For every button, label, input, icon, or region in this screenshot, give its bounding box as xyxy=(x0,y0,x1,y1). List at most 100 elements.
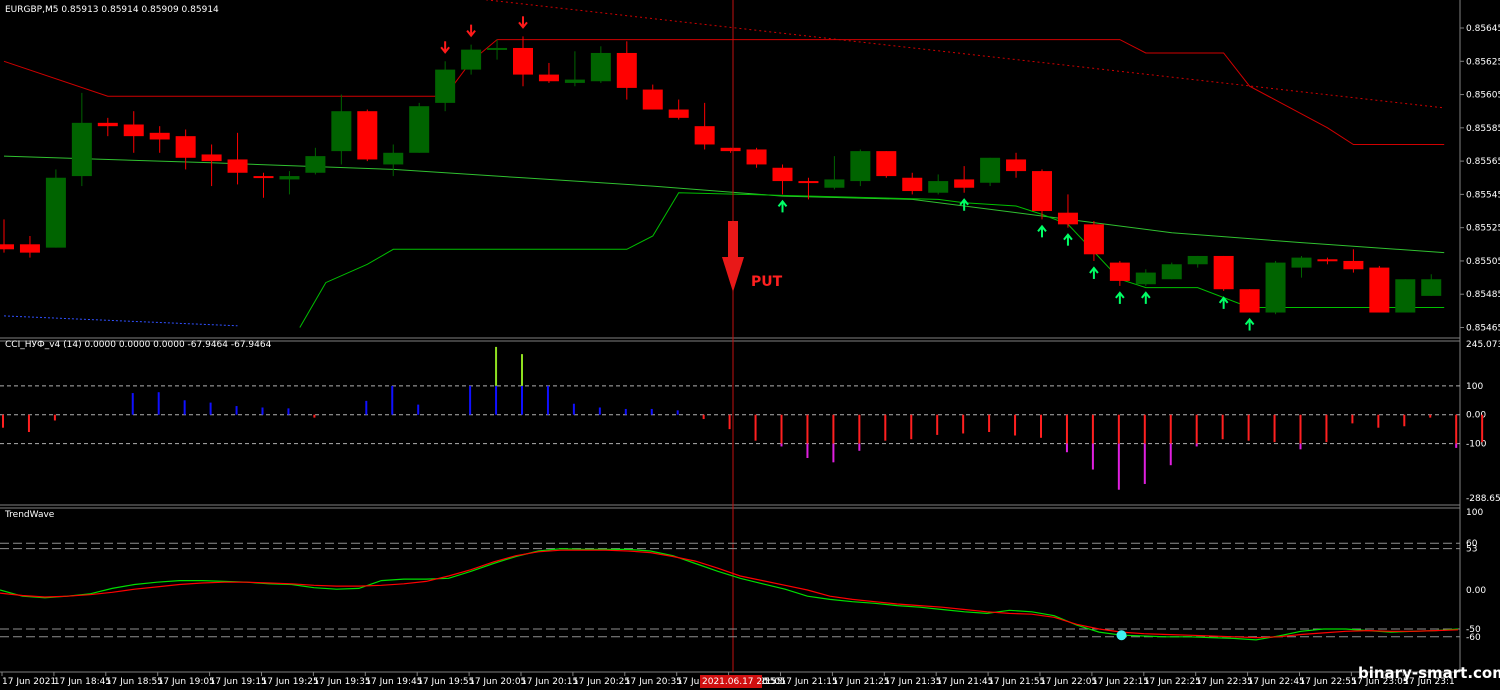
time-axis: 17 Jun 202117 Jun 18:4517 Jun 18:5517 Ju… xyxy=(1,672,1455,688)
candle-body xyxy=(1057,212,1078,225)
trendwave-panel: 10060530.00-50-60 xyxy=(0,508,1486,643)
candle-body xyxy=(513,47,533,75)
candle-body xyxy=(746,149,767,165)
x-tick-label: 17 Jun 22:35 xyxy=(1196,677,1253,687)
x-tick-label: 17 Jun 22:05 xyxy=(1040,677,1097,687)
candle-body xyxy=(383,152,404,165)
x-tick-label: 17 Jun 21:25 xyxy=(832,677,889,687)
trendwave-signal-dot xyxy=(1116,630,1127,641)
moving-average-line xyxy=(3,155,1445,254)
down-arrow-icon xyxy=(440,41,450,54)
y-tick-label: -60 xyxy=(1466,633,1481,643)
candle-body xyxy=(305,156,326,173)
candle-body xyxy=(123,124,144,137)
y-tick-label: 0.85605 xyxy=(1466,91,1500,101)
candle-body xyxy=(175,136,196,158)
candle-body xyxy=(616,52,637,88)
up-arrow-icon xyxy=(1115,291,1125,304)
candle-body xyxy=(980,157,1001,183)
time-highlight-suffix: 55 xyxy=(764,677,775,687)
candle-body xyxy=(201,154,222,162)
candle-body xyxy=(71,122,92,177)
candle-body xyxy=(1187,255,1208,265)
blue-dotted-line xyxy=(3,315,238,327)
watermark: binary-smart.com xyxy=(1358,664,1500,682)
x-tick-label: 17 Jun 19:25 xyxy=(262,677,319,687)
x-tick-label: 17 Jun 21:15 xyxy=(781,677,838,687)
x-tick-label: 17 Jun 21:45 xyxy=(936,677,993,687)
candle-body xyxy=(720,147,741,152)
x-tick-label: 17 Jun 19:15 xyxy=(210,677,267,687)
trendwave-series-line xyxy=(0,549,1459,639)
put-arrow-shaft xyxy=(728,221,738,259)
y-tick-label: 0.85485 xyxy=(1466,290,1500,300)
trendwave-series-line xyxy=(0,548,1459,641)
trendwave-panel-title: TrendWave xyxy=(4,510,55,520)
y-tick-label: 0.85625 xyxy=(1466,57,1500,67)
y-tick-label: 245.0736 xyxy=(1466,340,1500,350)
candle-body xyxy=(876,151,897,177)
candle-body xyxy=(1213,255,1234,290)
y-tick-label: 0.85645 xyxy=(1466,24,1500,34)
y-tick-label: 0.85465 xyxy=(1466,324,1500,334)
candle-body xyxy=(564,79,585,83)
candle-body xyxy=(19,244,40,253)
y-tick-label: 53 xyxy=(1466,545,1477,555)
y-tick-label: 0.85525 xyxy=(1466,224,1500,234)
x-tick-label: 17 Jun 20:05 xyxy=(469,677,526,687)
up-arrow-icon xyxy=(1244,317,1255,331)
chart-frame xyxy=(0,0,1461,673)
candle-body xyxy=(227,159,248,173)
x-tick-label: 17 Jun 22:55 xyxy=(1300,677,1357,687)
x-tick-label: 17 Jun 18:45 xyxy=(54,677,111,687)
candle-body xyxy=(97,122,118,127)
trading-chart: 0.85645 0.85625 0.85605 0.85585 0.85565 0.855… xyxy=(0,0,1500,688)
candle-body xyxy=(1291,257,1312,268)
candle-body xyxy=(1083,224,1104,255)
candle-body xyxy=(487,47,508,50)
up-arrow-icon xyxy=(1141,291,1151,304)
x-tick-label: 17 Jun 22:25 xyxy=(1144,677,1201,687)
candle-body xyxy=(279,176,300,180)
candle-body xyxy=(642,89,663,110)
candle-body xyxy=(1239,289,1260,313)
candle-body xyxy=(668,109,689,118)
down-arrow-icon xyxy=(518,16,528,29)
up-arrow-icon xyxy=(1218,296,1229,309)
x-tick-label: 17 Jun 20:25 xyxy=(573,677,630,687)
candle-body xyxy=(1395,279,1416,313)
candle-body xyxy=(1006,159,1027,172)
put-arrow-icon xyxy=(722,257,744,292)
up-arrow-icon xyxy=(1089,266,1099,279)
y-tick-label: 100 xyxy=(1466,382,1483,392)
y-tick-label: 0.00 xyxy=(1466,411,1486,421)
x-tick-label: 17 Jun 19:45 xyxy=(365,677,422,687)
candle-body xyxy=(331,111,352,152)
x-tick-label: 17 Jun 21:55 xyxy=(988,677,1045,687)
x-tick-label: 17 Jun 22:45 xyxy=(1248,677,1305,687)
x-tick-label: 17 Jun 18:55 xyxy=(106,677,163,687)
x-tick-label: 17 Jun 19:35 xyxy=(313,677,370,687)
candle-body xyxy=(435,69,456,103)
candle-body xyxy=(461,49,482,70)
down-arrow-icon xyxy=(466,24,476,38)
candle-body xyxy=(928,181,949,193)
candle-body xyxy=(253,176,274,179)
up-arrow-icon xyxy=(1063,233,1073,246)
candle-body xyxy=(538,74,559,82)
y-tick-label: 0.85505 xyxy=(1466,257,1500,267)
candle-body xyxy=(1135,272,1156,285)
x-tick-label: 17 Jun 20:15 xyxy=(521,677,578,687)
y-tick-label: -100 xyxy=(1466,440,1487,450)
put-signal-label: PUT xyxy=(751,274,783,290)
candle-body xyxy=(45,177,66,248)
candle-body xyxy=(409,106,430,153)
candle-body xyxy=(694,126,715,145)
candle-body xyxy=(357,111,378,160)
y-tick-label: 100 xyxy=(1466,508,1483,518)
y-tick-label: 0.85585 xyxy=(1466,124,1500,134)
candle-body xyxy=(1032,171,1052,212)
up-arrow-icon xyxy=(1037,224,1047,238)
x-tick-label: 17 Jun 21:35 xyxy=(884,677,941,687)
x-tick-label: 17 Jun 19:05 xyxy=(158,677,215,687)
